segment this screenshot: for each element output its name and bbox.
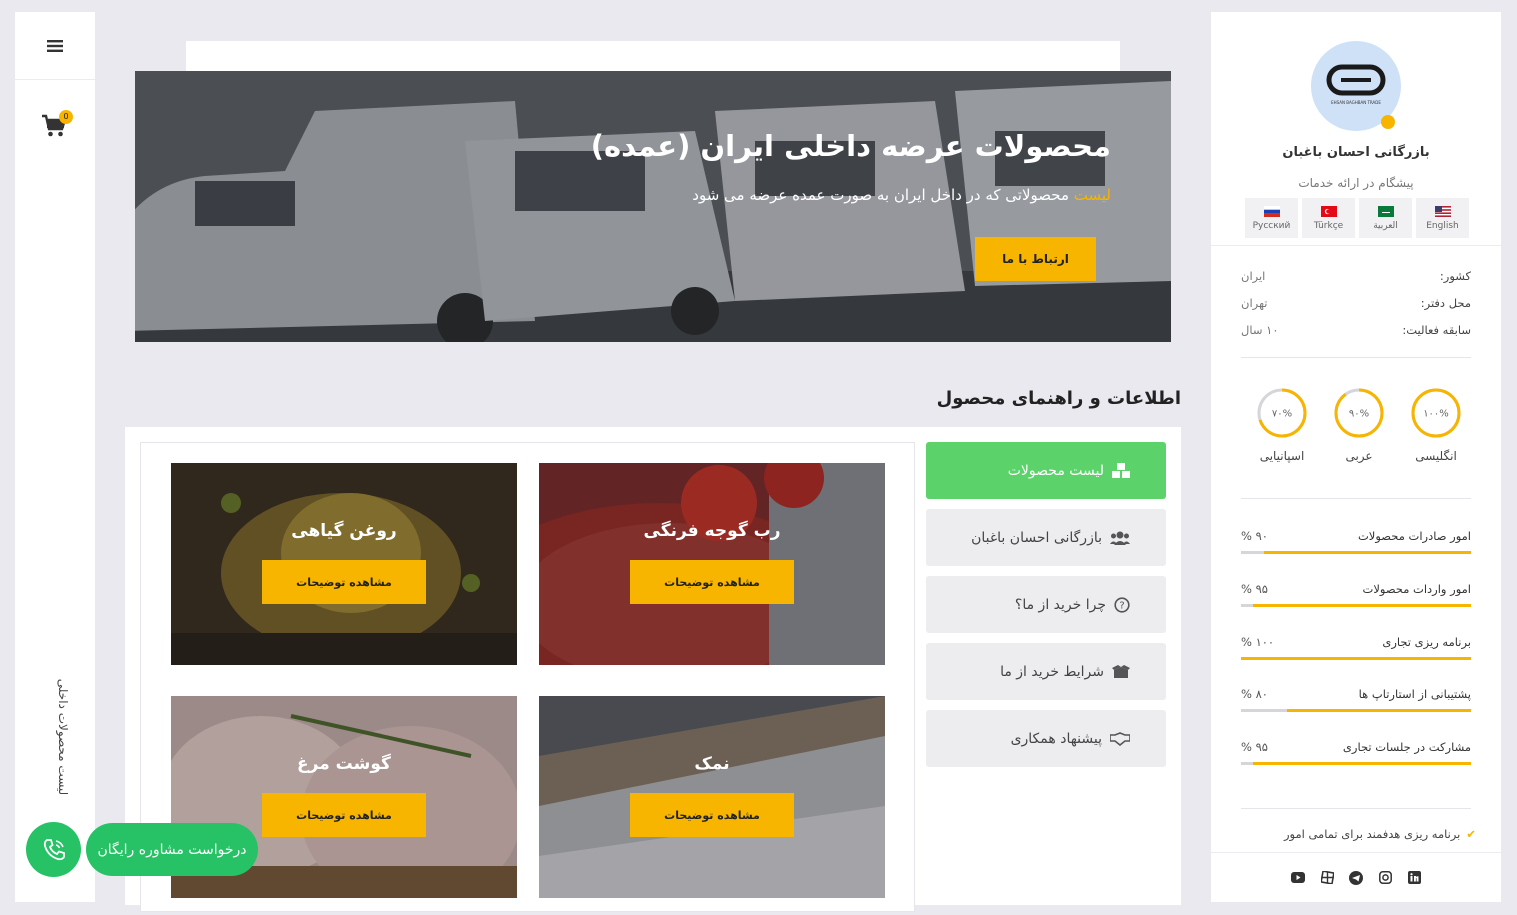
info-experience: سابقه فعالیت: ۱۰ سال	[1241, 323, 1471, 337]
phone-icon	[43, 838, 65, 860]
hero-subtitle: لیست محصولاتی که در داخل ایران به صورت ع…	[692, 186, 1111, 204]
hamburger-icon	[47, 39, 63, 52]
top-strip	[186, 41, 1120, 71]
view-details-button[interactable]: مشاهده توضیحات	[630, 793, 794, 837]
svg-text:۹۰%: ۹۰%	[1349, 409, 1369, 420]
product-title: گوشت مرغ	[297, 754, 391, 774]
view-details-button[interactable]: مشاهده توضیحات	[262, 560, 426, 604]
left-rail: 0 لیست محصولات داخلی	[15, 12, 95, 902]
company-name: بازرگانی احسان باغبان	[1282, 145, 1430, 160]
view-details-button[interactable]: مشاهده توضیحات	[630, 560, 794, 604]
russia-flag-icon	[1263, 205, 1280, 217]
product-card-tomato-paste[interactable]: رب گوجه فرنگی مشاهده توضیحات	[539, 463, 885, 665]
free-consultation-button[interactable]: درخواست مشاوره رایگان	[86, 823, 258, 876]
social-links	[1211, 852, 1501, 902]
feature-check-item: ✔ برنامه ریزی هدفمند برای تمامی امور	[1283, 827, 1476, 841]
lang-arabic[interactable]: العربية	[1359, 198, 1412, 238]
online-status-dot	[1381, 115, 1395, 129]
product-title: نمک	[694, 754, 730, 774]
product-card-vegetable-oil[interactable]: روغن گیاهی مشاهده توضیحات	[171, 463, 517, 665]
product-title: رب گوجه فرنگی	[643, 521, 781, 541]
handshake-icon	[1110, 731, 1130, 746]
svg-text:۷۰%: ۷۰%	[1272, 409, 1292, 420]
service-bar-meetings: مشارکت در جلسات تجاری% ۹۵	[1241, 740, 1471, 765]
service-bar-import: امور واردات محصولات% ۹۵	[1241, 582, 1471, 607]
check-icon: ✔	[1466, 827, 1476, 841]
info-country: کشور: ایران	[1241, 269, 1471, 283]
boxes-icon	[1112, 462, 1130, 479]
youtube-icon[interactable]	[1290, 870, 1306, 886]
vertical-page-label: لیست محصولات داخلی	[56, 678, 71, 796]
svg-text:EHSAN BAGHBAN TRADE: EHSAN BAGHBAN TRADE	[1331, 100, 1381, 105]
language-switcher: Русский Türkçe العربية English	[1245, 198, 1471, 238]
call-button[interactable]	[26, 822, 81, 877]
hamburger-menu-button[interactable]	[15, 12, 95, 80]
users-icon	[1110, 531, 1130, 545]
question-circle-icon: ?	[1114, 596, 1130, 613]
service-bar-startups: پشتیبانی از استارتاپ ها% ۸۰	[1241, 687, 1471, 712]
product-title: روغن گیاهی	[291, 521, 397, 541]
skill-ring-spanish: ۷۰% اسپانیایی	[1252, 387, 1312, 463]
hero-title: محصولات عرضه داخلی ایران (عمده)	[590, 129, 1111, 163]
lang-english[interactable]: English	[1416, 198, 1469, 238]
service-bar-export: امور صادرات محصولات% ۹۰	[1241, 529, 1471, 554]
menu-item-product-list[interactable]: لیست محصولات	[926, 442, 1166, 499]
skill-ring-english: ۱۰۰% انگلیسی	[1406, 387, 1466, 463]
info-office: محل دفتر: تهران	[1241, 296, 1471, 310]
saudi-flag-icon	[1377, 205, 1394, 217]
company-profile-card: EHSAN BAGHBAN TRADE بازرگانی احسان باغبا…	[1211, 12, 1501, 902]
turkey-flag-icon	[1320, 205, 1337, 217]
cart-count-badge: 0	[59, 110, 73, 124]
menu-item-purchase-terms[interactable]: شرایط خرید از ما	[926, 643, 1166, 700]
hero-banner: محصولات عرضه داخلی ایران (عمده) لیست محص…	[135, 71, 1171, 342]
svg-text:?: ?	[1119, 600, 1124, 611]
lang-turkish[interactable]: Türkçe	[1302, 198, 1355, 238]
linkedin-icon[interactable]	[1406, 870, 1422, 886]
product-card-salt[interactable]: نمک مشاهده توضیحات	[539, 696, 885, 898]
svg-text:۱۰۰%: ۱۰۰%	[1423, 409, 1449, 420]
telegram-icon[interactable]	[1348, 870, 1364, 886]
company-logo: EHSAN BAGHBAN TRADE	[1311, 41, 1401, 131]
menu-item-company[interactable]: بازرگانی احسان باغبان	[926, 509, 1166, 566]
grid-icon[interactable]	[1319, 870, 1335, 886]
skill-ring-arabic: ۹۰% عربی	[1329, 387, 1389, 463]
company-tagline: پیشگام در ارائه خدمات	[1298, 176, 1414, 190]
section-title: اطلاعات و راهنمای محصول	[936, 388, 1181, 409]
lang-russian[interactable]: Русский	[1245, 198, 1298, 238]
menu-item-cooperation[interactable]: پیشنهاد همکاری	[926, 710, 1166, 767]
box-open-icon	[1112, 664, 1130, 680]
contact-us-button[interactable]: ارتباط با ما	[975, 237, 1096, 281]
usa-flag-icon	[1434, 205, 1451, 217]
instagram-icon[interactable]	[1377, 870, 1393, 886]
view-details-button[interactable]: مشاهده توضیحات	[262, 793, 426, 837]
service-bar-planning: برنامه ریزی تجاری% ۱۰۰	[1241, 635, 1471, 660]
menu-item-why-buy[interactable]: ? چرا خرید از ما؟	[926, 576, 1166, 633]
